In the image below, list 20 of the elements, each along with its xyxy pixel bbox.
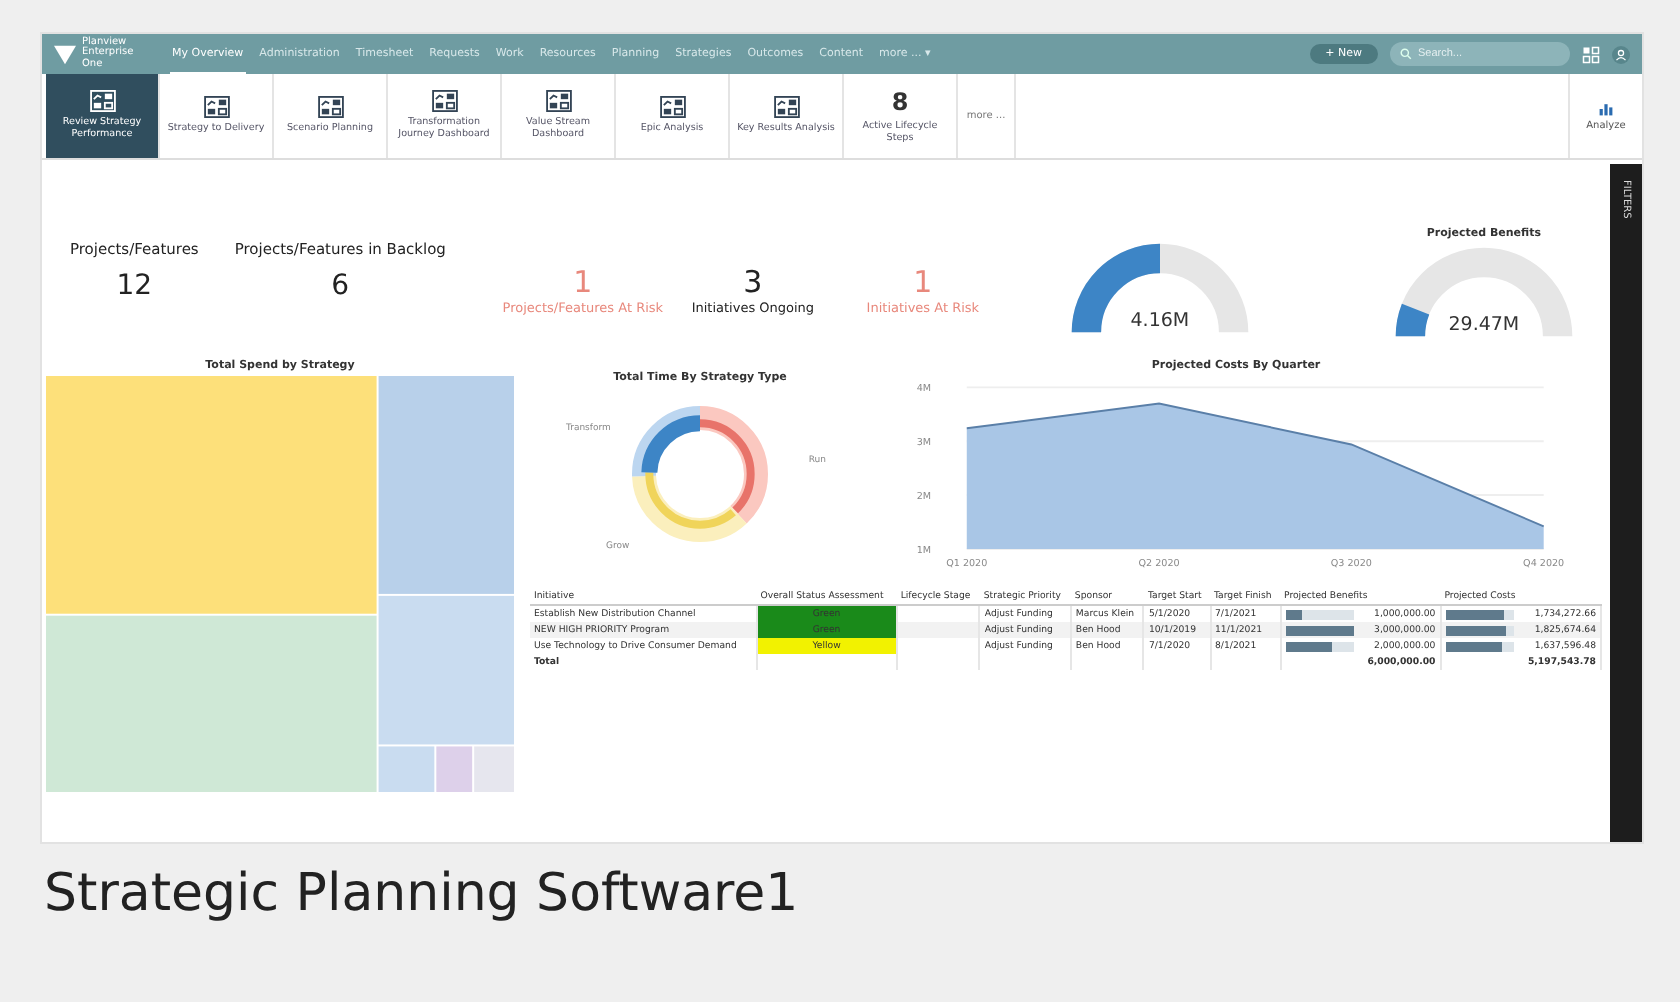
kpi-value: 6 [331, 270, 350, 302]
dashboard-icon [89, 90, 115, 113]
logo-icon [54, 43, 76, 65]
caption: Strategic Planning Software1 [42, 864, 801, 924]
dashboard-icon [773, 96, 799, 119]
dashboard-icon [545, 90, 571, 113]
kpi-value: 12 [116, 270, 153, 302]
search-icon [1400, 48, 1412, 60]
dashboard-icon [317, 96, 343, 119]
bar-chart-icon [1598, 101, 1614, 115]
dashboard-icon [431, 90, 457, 113]
kpi-value: 1 [573, 264, 593, 300]
dashboard-icon [659, 96, 685, 119]
gauge-value: 4.16M [1128, 310, 1192, 332]
kpi-value: 3 [743, 264, 763, 300]
grid-icon[interactable] [1582, 45, 1600, 63]
gauge-value: 29.47M [1446, 314, 1522, 336]
dashboard-icon [203, 96, 229, 119]
kpi-value: 1 [913, 264, 933, 300]
user-icon[interactable] [1612, 45, 1630, 63]
